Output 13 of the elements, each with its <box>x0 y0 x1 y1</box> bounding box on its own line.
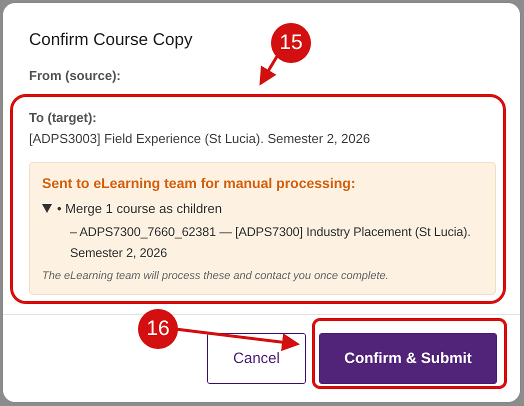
from-label: From (source): <box>29 68 122 83</box>
cancel-button[interactable]: Cancel <box>207 333 306 384</box>
child-course: – ADPS7300_7660_62381 — [ADPS7300] Industry Placement (St Lucia). Semester 2, 2026 <box>70 224 472 262</box>
expand-triangle-icon[interactable] <box>42 204 52 213</box>
dialog-title: Confirm Course Copy <box>29 30 192 50</box>
target-course: [ADPS3003] Field Experience (St Lucia). Semester 2, 2026 <box>29 131 372 146</box>
to-label: To (target): <box>29 110 98 125</box>
tree-item: • Merge 1 course as children <box>57 201 222 216</box>
confirm-button[interactable]: Confirm & Submit <box>319 333 497 384</box>
notice-note: The eLearning team will process these and contact you once complete. <box>42 270 390 282</box>
notice-heading: Sent to eLearning team for manual processing: <box>42 175 357 191</box>
callout-number: 16 <box>138 309 178 349</box>
callout-number: 15 <box>271 23 311 63</box>
